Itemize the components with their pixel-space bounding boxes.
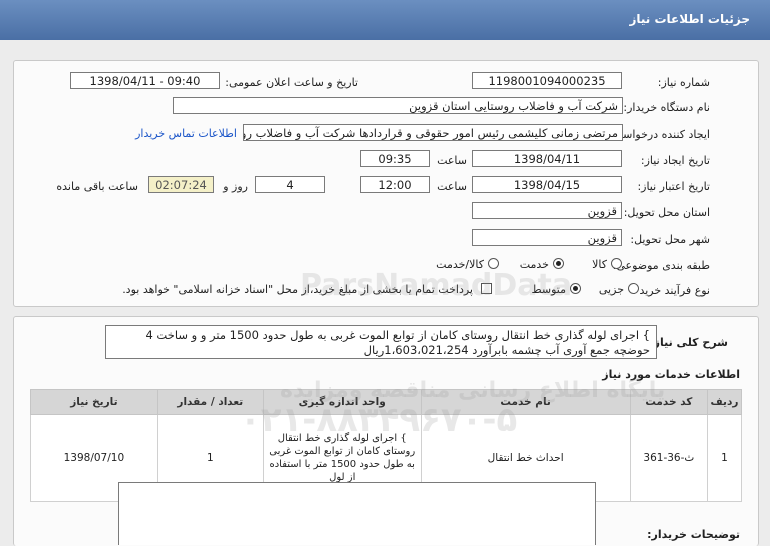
buyer-org-field[interactable]: شرکت آب و فاضلاب روستایی استان قزوین [173,97,623,114]
col-row: ردیف [707,389,742,415]
col-need-date: تاریخ نیاز [30,389,158,415]
need-number-field[interactable]: 1198001094000235 [472,72,622,89]
delivery-province-label: استان محل تحویل: [623,206,710,219]
process-partial-label: جزیی [598,283,624,296]
remaining-time-label: ساعت باقی مانده [56,180,138,193]
cell-row: 1 [707,414,742,502]
category-goods-label: کالا [592,258,607,271]
process-medium-radio[interactable] [570,283,581,294]
validity-time-label: ساعت [437,180,467,193]
category-goods-radio[interactable] [611,258,622,269]
title-bar: جزئیات اطلاعات نیاز [0,0,770,40]
cell-service-code: ث-36-361 [629,414,709,502]
announce-datetime-field[interactable]: 1398/04/11 - 09:40 [70,72,220,89]
services-section-title: اطلاعات خدمات مورد نیاز [602,368,740,381]
treasury-payment-note: پرداخت تمام یا بخشی از مبلغ خرید،از محل … [122,283,473,296]
creator-field[interactable]: مرتضی زمانی کلیشمی رئیس امور حقوقی و قرا… [243,124,623,141]
buyer-org-label: نام دستگاه خریدار: [623,101,710,114]
remaining-time-field: 02:07:24 [148,176,214,193]
delivery-province-field[interactable]: قزوین [472,202,622,219]
category-service-radio[interactable] [553,258,564,269]
services-table-header: ردیف کد خدمت نام خدمت واحد اندازه گیری ت… [30,389,742,415]
created-time-label: ساعت [437,154,467,167]
description-field[interactable]: } اجرای لوله گذاری خط انتقال روستای کاما… [105,325,657,359]
need-number-label: شماره نیاز: [657,76,710,89]
treasury-payment-checkbox[interactable] [481,283,492,294]
announce-datetime-label: تاریخ و ساعت اعلان عمومی: [225,76,358,89]
col-unit: واحد اندازه گیری [262,389,422,415]
day-and-label: روز و [223,180,248,193]
validity-time-field[interactable]: 12:00 [360,176,430,193]
created-date-label: تاریخ ایجاد نیاز: [640,154,710,167]
col-service-code: کد خدمت [629,389,709,415]
category-goods-service-radio[interactable] [488,258,499,269]
created-time-field[interactable]: 09:35 [360,150,430,167]
process-medium-label: متوسط [531,283,566,296]
buyer-notes-label: توضیحات خریدار: [647,528,740,541]
category-service-label: خدمت [519,258,549,271]
creator-label: ایجاد کننده درخواست: [608,128,710,141]
process-partial-radio[interactable] [628,283,639,294]
description-label: شرح کلی نیاز: [649,336,728,349]
col-service-name: نام خدمت [420,389,631,415]
validity-date-field[interactable]: 1398/04/15 [472,176,622,193]
remaining-days-field[interactable]: 4 [255,176,325,193]
category-label: طبقه بندی موضوعی: [612,259,710,272]
col-quantity: تعداد / مقدار [156,389,264,415]
page-title: جزئیات اطلاعات نیاز [629,12,750,26]
delivery-city-field[interactable]: قزوین [472,229,622,246]
buyer-notes-field[interactable] [118,482,596,545]
process-type-label: نوع فرآیند خرید : [632,284,710,297]
created-date-field[interactable]: 1398/04/11 [472,150,622,167]
validity-date-label: تاریخ اعتبار نیاز: [637,180,710,193]
delivery-city-label: شهر محل تحویل: [630,233,710,246]
category-goods-service-label: کالا/خدمت [436,258,484,271]
buyer-contact-link[interactable]: اطلاعات تماس خریدار [135,127,237,140]
